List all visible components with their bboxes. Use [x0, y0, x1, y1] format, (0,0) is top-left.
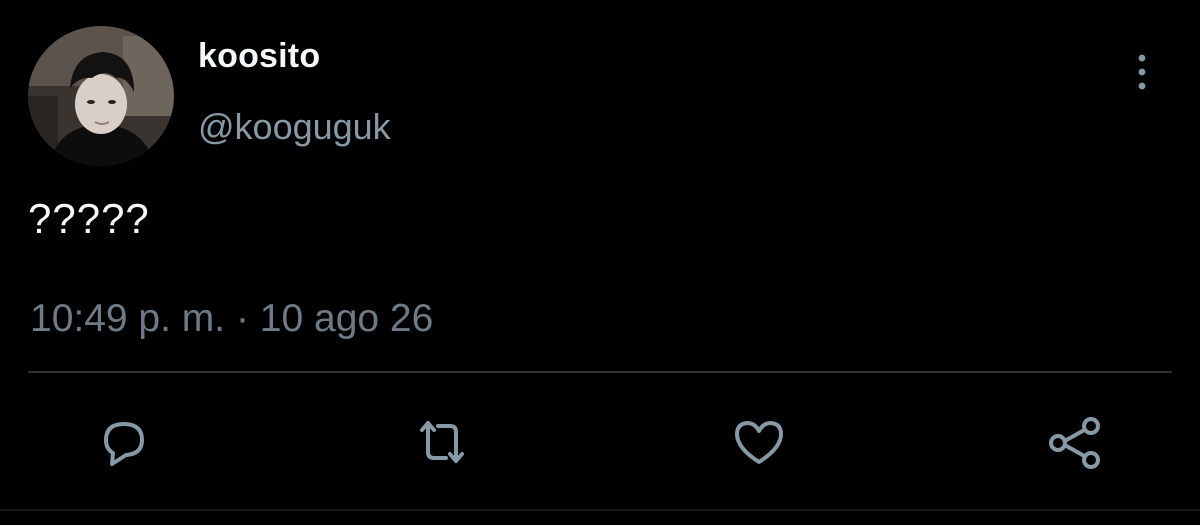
bottom-divider [0, 509, 1200, 511]
divider [28, 371, 1172, 373]
tweet-text: ????? [28, 195, 150, 242]
user-handle[interactable]: @kooguguk [198, 106, 391, 148]
tweet-date[interactable]: 10 ago 26 [260, 297, 434, 340]
tweet-detail: koosito @kooguguk ????? 10:49 p. m. · 10… [0, 0, 1200, 525]
heart-icon [735, 421, 783, 464]
reply-icon [104, 422, 144, 466]
reply-button[interactable] [92, 410, 156, 474]
retweet-icon [420, 421, 464, 463]
timestamp-separator: · [225, 297, 260, 340]
like-button[interactable] [727, 410, 791, 474]
display-name[interactable]: koosito [198, 37, 320, 76]
more-vertical-icon[interactable] [1128, 52, 1156, 92]
avatar-photo [28, 26, 174, 166]
tweet-time[interactable]: 10:49 p. m. [30, 297, 225, 340]
share-icon [1049, 417, 1100, 469]
retweet-button[interactable] [410, 410, 474, 474]
share-button[interactable] [1044, 410, 1108, 474]
tweet-timestamp: 10:49 p. m. · 10 ago 26 [30, 297, 433, 341]
avatar[interactable] [28, 26, 174, 166]
